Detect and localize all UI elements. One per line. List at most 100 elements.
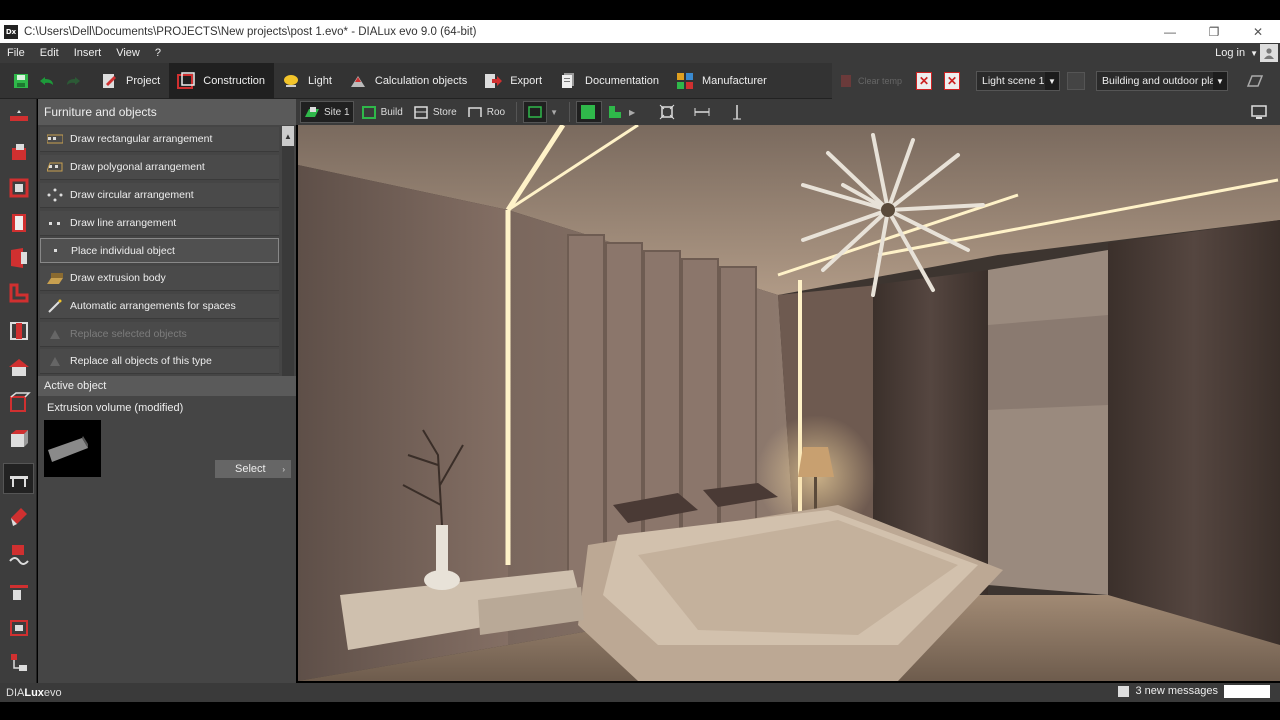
measure-horizontal-icon[interactable] (690, 101, 714, 123)
list-item-automatic-arrangements[interactable]: Automatic arrangements for spaces (40, 294, 279, 319)
redo-icon[interactable] (60, 68, 86, 94)
rail-ceiling-icon[interactable] (3, 387, 34, 418)
rail-roof-icon[interactable] (3, 351, 34, 382)
breadcrumb-storey[interactable]: Store (410, 101, 460, 123)
rail-door-icon[interactable] (3, 207, 34, 238)
user-icon[interactable] (1260, 44, 1278, 62)
view-more-icon[interactable]: ▶ (626, 101, 638, 123)
delete-all-icon[interactable]: ✕ (944, 72, 960, 90)
rail-frame-icon[interactable] (3, 612, 34, 643)
login-menu[interactable]: Log in ▼ (1215, 47, 1258, 59)
view-toolbar: Site 1 Build Store Roo ▼ ▶ (296, 99, 1280, 125)
list-item-label: Draw rectangular arrangement (70, 133, 213, 145)
tab-export-label: Export (510, 74, 543, 87)
view-mode-select[interactable]: Building and outdoor pla... ▼ (1096, 71, 1228, 91)
breadcrumb-room[interactable]: Roo (464, 101, 508, 123)
rail-furniture-icon[interactable] (3, 463, 34, 494)
list-item-polygonal-arrangement[interactable]: Draw polygonal arrangement (40, 155, 279, 180)
rail-cube-icon[interactable] (3, 423, 34, 454)
tab-construction[interactable]: Construction (169, 62, 275, 99)
rail-measure-icon[interactable] (3, 541, 34, 572)
tab-documentation-label: Documentation (585, 74, 660, 87)
circular-arrangement-icon (46, 188, 64, 202)
active-object-header: Active object (38, 376, 296, 396)
storey-icon (413, 104, 429, 120)
message-preview-box[interactable] (1224, 685, 1270, 698)
list-item-extrusion-body[interactable]: Draw extrusion body (40, 266, 279, 291)
menu-insert[interactable]: Insert (67, 47, 110, 59)
replace-all-icon (46, 354, 64, 368)
tab-project[interactable]: Project (92, 63, 169, 99)
active-object-name: Extrusion volume (modified) (47, 402, 184, 414)
breadcrumb-site[interactable]: Site 1 (300, 101, 354, 123)
save-icon[interactable] (8, 68, 34, 94)
tab-manufacturer[interactable]: Manufacturer (668, 63, 776, 99)
separator (516, 102, 518, 122)
rail-wall-icon[interactable] (3, 102, 34, 133)
rail-align-icon[interactable] (3, 577, 34, 608)
tab-project-label: Project (126, 74, 161, 87)
zoom-extents-icon[interactable] (656, 101, 678, 123)
display-options-icon[interactable] (1248, 101, 1270, 123)
tab-calculation-objects[interactable]: Calculation objects (341, 63, 476, 99)
status-bar: DIALuxevo 3 new messages (0, 683, 1280, 702)
rectangular-arrangement-icon (46, 132, 64, 146)
construction-icon (175, 71, 197, 91)
breadcrumb-building[interactable]: Build (358, 101, 406, 123)
list-item-label: Draw circular arrangement (70, 189, 194, 201)
replace-selected-icon (46, 327, 64, 341)
selection-mode-dropdown-icon[interactable]: ▼ (547, 101, 561, 123)
measure-vertical-icon[interactable] (726, 101, 748, 123)
rail-material-icon[interactable] (3, 500, 34, 531)
breadcrumb-room-label: Roo (486, 106, 506, 118)
list-item-replace-all[interactable]: Replace all objects of this type (40, 349, 279, 374)
list-item-label: Replace all objects of this type (70, 355, 212, 367)
rail-cutout-icon[interactable] (3, 277, 34, 308)
temp-icon (841, 75, 851, 87)
clear-temp-button[interactable]: Clear temp (840, 70, 906, 92)
rail-room-icon[interactable] (3, 137, 34, 168)
panel-scrollbar[interactable]: ▲ (282, 126, 294, 376)
window-controls: — ❐ ✕ (1148, 20, 1280, 43)
tab-export[interactable]: Export (476, 63, 551, 99)
menu-file[interactable]: File (0, 47, 33, 59)
floor-plan-icon[interactable] (604, 101, 626, 123)
rail-storey-icon[interactable] (3, 172, 34, 203)
close-button[interactable]: ✕ (1236, 20, 1280, 43)
3d-view-icon[interactable] (576, 101, 603, 123)
messages-indicator[interactable]: 3 new messages (1118, 685, 1218, 697)
list-item-rectangular-arrangement[interactable]: Draw rectangular arrangement (40, 127, 279, 152)
plane-icon[interactable] (1244, 74, 1264, 88)
menu-view[interactable]: View (109, 47, 148, 59)
undo-icon[interactable] (34, 68, 60, 94)
menu-help[interactable]: ? (148, 47, 169, 59)
selection-mode-icon[interactable] (523, 101, 548, 123)
tab-documentation[interactable]: Documentation (551, 63, 668, 99)
scene-settings-icon[interactable] (1067, 72, 1085, 90)
select-button[interactable]: Select › (215, 460, 291, 478)
breadcrumb-building-label: Build (380, 106, 403, 118)
documentation-icon (557, 71, 579, 91)
line-arrangement-icon (46, 216, 64, 230)
scroll-up-icon[interactable]: ▲ (282, 126, 294, 146)
delete-icon[interactable]: ✕ (916, 72, 932, 90)
3d-render-viewport[interactable] (298, 125, 1280, 681)
list-item-replace-selected[interactable]: Replace selected objects (40, 322, 279, 347)
tab-light[interactable]: Light (274, 63, 341, 99)
minimize-button[interactable]: — (1148, 20, 1192, 43)
list-item-label: Place individual object (71, 244, 175, 257)
rail-hierarchy-icon[interactable] (3, 647, 34, 678)
rail-window-icon[interactable] (3, 242, 34, 273)
messages-label: 3 new messages (1135, 685, 1218, 697)
light-scene-select[interactable]: Light scene 1 ▼ (976, 71, 1060, 91)
menu-edit[interactable]: Edit (33, 47, 67, 59)
site-icon (304, 104, 320, 120)
separator (569, 102, 571, 122)
rail-column-icon[interactable] (3, 315, 34, 346)
menu-bar: File Edit Insert View ? Log in ▼ (0, 43, 1280, 63)
restore-button[interactable]: ❐ (1192, 20, 1236, 43)
list-item-circular-arrangement[interactable]: Draw circular arrangement (40, 183, 279, 208)
list-item-place-individual-object[interactable]: Place individual object (40, 238, 279, 263)
building-icon (361, 104, 377, 120)
list-item-line-arrangement[interactable]: Draw line arrangement (40, 211, 279, 236)
